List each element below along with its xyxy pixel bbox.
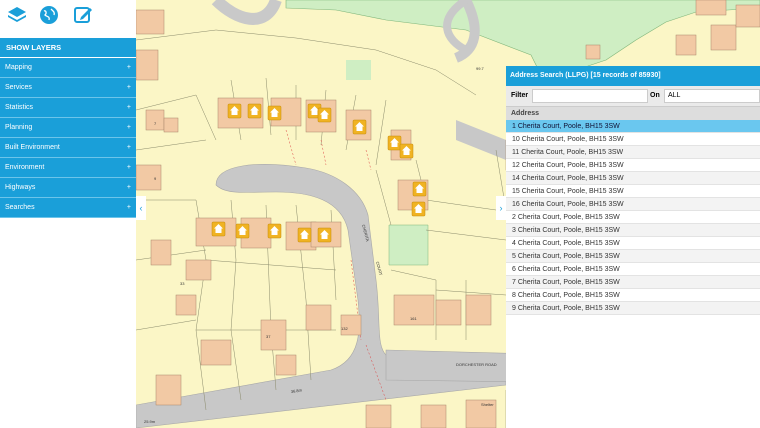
sidebar-item-label: Services xyxy=(5,84,32,91)
address-search-title: Address Search (LLPG) [15 records of 859… xyxy=(506,66,760,86)
map-label: DORCHESTER ROAD xyxy=(456,362,497,367)
sidebar-item-statistics[interactable]: Statistics + xyxy=(0,98,136,118)
map-label: 37 xyxy=(266,334,271,339)
map-label: 99.7 xyxy=(476,66,485,71)
edit-icon[interactable] xyxy=(72,4,98,30)
sidebar-item-label: Environment xyxy=(5,164,45,171)
filter-input[interactable] xyxy=(532,89,648,103)
filter-label: Filter xyxy=(511,92,529,99)
map-label: 33 xyxy=(180,281,185,286)
sidebar-item-label: Mapping xyxy=(5,64,32,71)
sidebar-item-label: Highways xyxy=(5,184,36,191)
sidebar-empty-area xyxy=(0,218,136,428)
on-select[interactable]: ALL xyxy=(664,89,760,103)
map-label: 132 xyxy=(341,326,348,331)
sidebar-item-built-environment[interactable]: Built Environment + xyxy=(0,138,136,158)
expand-icon[interactable]: + xyxy=(127,58,131,78)
expand-icon[interactable]: + xyxy=(127,178,131,198)
expand-icon[interactable]: + xyxy=(127,158,131,178)
green-patch xyxy=(388,224,429,266)
toolbar xyxy=(0,0,136,38)
map-label: COURT xyxy=(375,261,384,276)
table-row[interactable]: 15 Cherita Court, Poole, BH15 3SW xyxy=(506,185,760,198)
sidebar-item-label: Searches xyxy=(5,204,35,211)
layers-sidebar: SHOW LAYERS Mapping + Services + Statistic… xyxy=(0,38,136,218)
filter-bar: Filter On ALL xyxy=(506,86,760,106)
address-list: 1 Cherita Court, Poole, BH15 3SW 10 Cher… xyxy=(506,120,760,315)
show-layers-header[interactable]: SHOW LAYERS xyxy=(0,38,136,58)
map-label: 161 xyxy=(410,316,417,321)
table-row[interactable]: 2 Cherita Court, Poole, BH15 3SW xyxy=(506,211,760,224)
map-label: 25.9m xyxy=(144,419,156,424)
expand-icon[interactable]: + xyxy=(127,118,131,138)
sidebar-item-planning[interactable]: Planning + xyxy=(0,118,136,138)
green-patch xyxy=(346,60,371,80)
collapse-left-icon[interactable]: ‹ xyxy=(136,196,146,220)
road xyxy=(456,120,506,160)
sidebar-item-services[interactable]: Services + xyxy=(0,78,136,98)
sidebar-item-label: Statistics xyxy=(5,104,34,111)
expand-icon[interactable]: + xyxy=(127,98,131,118)
table-row[interactable]: 6 Cherita Court, Poole, BH15 3SW xyxy=(506,263,760,276)
expand-icon[interactable]: + xyxy=(127,78,131,98)
on-label: On xyxy=(650,92,660,99)
table-row[interactable]: 16 Cherita Court, Poole, BH15 3SW xyxy=(506,198,760,211)
sidebar-item-highways[interactable]: Highways + xyxy=(0,178,136,198)
globe-icon[interactable] xyxy=(38,4,64,30)
sidebar-item-label: Planning xyxy=(5,124,33,131)
table-row[interactable]: 4 Cherita Court, Poole, BH15 3SW xyxy=(506,237,760,250)
table-row[interactable]: 5 Cherita Court, Poole, BH15 3SW xyxy=(506,250,760,263)
layers-icon[interactable] xyxy=(6,4,32,30)
map-label: Shelter xyxy=(481,402,494,407)
address-column-header[interactable]: Address xyxy=(506,106,760,120)
road xyxy=(211,0,282,25)
expand-icon[interactable]: + xyxy=(127,198,131,218)
sidebar-item-mapping[interactable]: Mapping + xyxy=(0,58,136,78)
sidebar-item-environment[interactable]: Environment + xyxy=(0,158,136,178)
table-row[interactable]: 8 Cherita Court, Poole, BH15 3SW xyxy=(506,289,760,302)
expand-icon[interactable]: + xyxy=(127,138,131,158)
table-row[interactable]: 12 Cherita Court, Poole, BH15 3SW xyxy=(506,159,760,172)
sidebar-item-searches[interactable]: Searches + xyxy=(0,198,136,218)
table-row[interactable]: 1 Cherita Court, Poole, BH15 3SW xyxy=(506,120,760,133)
table-row[interactable]: 10 Cherita Court, Poole, BH15 3SW xyxy=(506,133,760,146)
table-row[interactable]: 7 Cherita Court, Poole, BH15 3SW xyxy=(506,276,760,289)
table-row[interactable]: 14 Cherita Court, Poole, BH15 3SW xyxy=(506,172,760,185)
sidebar-item-label: Built Environment xyxy=(5,144,60,151)
table-row[interactable]: 9 Cherita Court, Poole, BH15 3SW xyxy=(506,302,760,315)
table-row[interactable]: 3 Cherita Court, Poole, BH15 3SW xyxy=(506,224,760,237)
table-row[interactable]: 11 Cherita Court, Poole, BH15 3SW xyxy=(506,146,760,159)
collapse-right-icon[interactable]: › xyxy=(496,196,506,220)
address-search-panel: Address Search (LLPG) [15 records of 859… xyxy=(506,66,760,428)
